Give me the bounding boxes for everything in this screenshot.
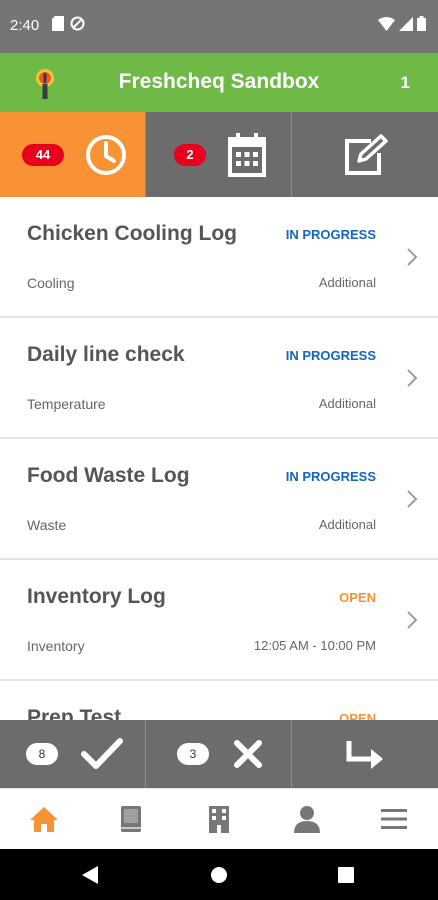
status-badge: OPEN — [339, 590, 376, 605]
status-badge: IN PROGRESS — [285, 227, 376, 242]
scheduled-badge: 2 — [174, 144, 206, 166]
nav-profile[interactable] — [277, 794, 337, 844]
app-title: Freshcheq Sandbox — [118, 70, 320, 93]
forward-action-button[interactable] — [292, 720, 438, 788]
tab-recent[interactable]: 44 — [0, 112, 146, 197]
item-title: Food Waste Log — [27, 464, 190, 487]
item-title: Daily line check — [27, 343, 185, 366]
system-nav — [0, 849, 438, 900]
chevron-right-icon — [407, 611, 418, 629]
task-list: Chicken Cooling Log IN PROGRESS Cooling … — [0, 197, 438, 720]
item-meta: Additional — [318, 275, 376, 290]
list-item[interactable]: Prep Test OPEN — [0, 681, 438, 720]
item-meta: Additional — [318, 396, 376, 411]
item-category: Temperature — [27, 396, 106, 412]
tab-scheduled[interactable]: 2 — [146, 112, 292, 197]
tab-compose[interactable] — [292, 112, 438, 197]
status-badge: OPEN — [339, 711, 376, 720]
list-item[interactable]: Inventory Log OPEN Inventory 12:05 AM - … — [0, 560, 438, 681]
no-sync-icon — [70, 16, 85, 31]
item-category: Waste — [27, 517, 67, 533]
status-badge: IN PROGRESS — [285, 348, 376, 363]
back-icon[interactable] — [82, 866, 98, 884]
app-bar: Freshcheq Sandbox 1 — [0, 53, 438, 112]
close-icon — [234, 740, 262, 768]
item-title: Prep Test — [27, 706, 122, 720]
item-title: Inventory Log — [27, 585, 166, 608]
item-title: Chicken Cooling Log — [27, 222, 237, 245]
completed-count-badge: 8 — [26, 743, 58, 765]
chevron-right-icon — [407, 369, 418, 387]
completed-action-button[interactable]: 8 — [0, 720, 146, 788]
list-item[interactable]: Food Waste Log IN PROGRESS Waste Additio… — [0, 439, 438, 560]
tab-strip: 44 2 — [0, 112, 438, 197]
status-bar: 2:40 — [0, 0, 438, 53]
failed-action-button[interactable]: 3 — [146, 720, 292, 788]
signal-icon — [399, 16, 413, 31]
item-meta: Additional — [318, 517, 376, 532]
nav-building[interactable] — [189, 794, 249, 844]
forward-arrow-icon — [346, 741, 383, 769]
item-category: Cooling — [27, 275, 75, 291]
book-icon — [121, 806, 142, 832]
calendar-icon — [228, 133, 266, 177]
status-badge: IN PROGRESS — [285, 469, 376, 484]
menu-icon — [381, 809, 408, 829]
chevron-right-icon — [407, 248, 418, 266]
nav-home[interactable] — [14, 794, 74, 844]
edit-icon — [345, 133, 388, 175]
item-meta: 12:05 AM - 10:00 PM — [253, 638, 376, 653]
home-circle-icon[interactable] — [210, 866, 228, 884]
sd-card-icon — [52, 16, 64, 31]
item-category: Inventory — [27, 638, 85, 654]
failed-count-badge: 3 — [177, 743, 209, 765]
building-icon — [208, 806, 229, 833]
battery-icon — [417, 16, 426, 31]
nav-book[interactable] — [101, 794, 161, 844]
person-icon — [293, 806, 320, 833]
status-time: 2:40 — [10, 17, 40, 34]
bottom-nav — [0, 788, 438, 849]
clock-icon — [86, 135, 126, 175]
app-count[interactable]: 1 — [401, 73, 410, 93]
home-icon — [29, 807, 58, 832]
recent-badge: 44 — [22, 144, 64, 166]
wifi-icon — [378, 16, 395, 31]
recents-icon[interactable] — [338, 867, 354, 883]
list-item[interactable]: Daily line check IN PROGRESS Temperature… — [0, 318, 438, 439]
chevron-right-icon — [407, 490, 418, 508]
list-item[interactable]: Chicken Cooling Log IN PROGRESS Cooling … — [0, 197, 438, 318]
nav-menu[interactable] — [364, 794, 424, 844]
checkmark-icon — [81, 738, 123, 769]
action-bar: 8 3 — [0, 720, 438, 788]
